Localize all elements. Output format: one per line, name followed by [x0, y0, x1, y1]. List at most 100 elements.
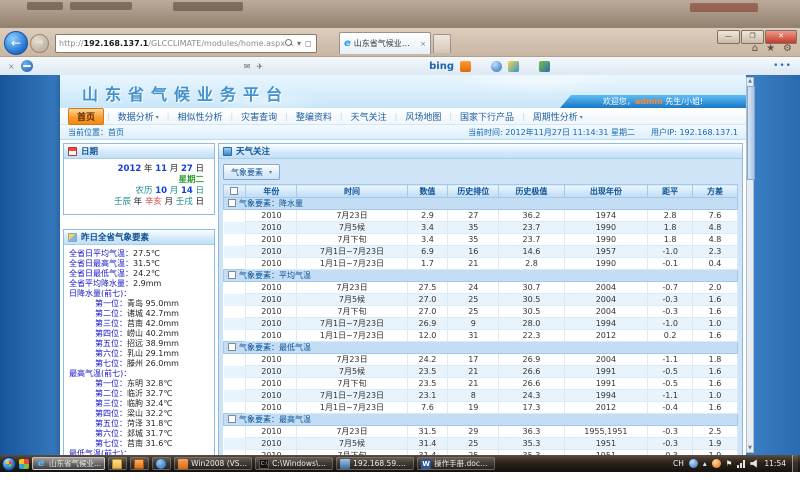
- date-panel-title: 日期: [81, 145, 98, 157]
- group-checkbox[interactable]: [228, 199, 236, 207]
- chevron-down-icon[interactable]: ▾: [297, 39, 301, 48]
- new-tab-button[interactable]: [433, 34, 451, 53]
- compatibility-view-icon[interactable]: ◻: [305, 39, 312, 48]
- rank-value: 31.6℃: [146, 439, 173, 448]
- nav-item-1[interactable]: 首页: [68, 108, 104, 125]
- favorites-star-icon[interactable]: ★: [766, 44, 775, 54]
- table-row: 20107月23日2.92736.219742.87.6: [224, 210, 738, 222]
- network-globe-icon[interactable]: [689, 459, 698, 468]
- rank-line: 第三位：临朐 32.4℃: [69, 399, 211, 409]
- taskbar-item-media[interactable]: [152, 457, 171, 470]
- data-cell: 2010: [246, 222, 297, 234]
- rank-station: 招远: [127, 339, 146, 348]
- nav-item-6[interactable]: 天气关注: [343, 109, 395, 124]
- data-cell: 0.4: [693, 258, 738, 270]
- nav-item-7[interactable]: 风场地图: [397, 109, 449, 124]
- taskbar-item-app[interactable]: [130, 457, 149, 470]
- taskbar-item-cmd[interactable]: C:\C:\Windows\s...: [255, 457, 333, 470]
- row-indent-cell: [224, 234, 246, 246]
- network-signal-icon[interactable]: [737, 460, 745, 468]
- addon-logo-icon[interactable]: [21, 60, 33, 72]
- nav-item-label: 天气关注: [351, 113, 387, 123]
- rank-value: 40.2mm: [146, 329, 179, 338]
- start-button[interactable]: [2, 457, 16, 471]
- nav-item-3[interactable]: 相似性分析: [169, 109, 230, 124]
- toolbar-more-icon[interactable]: •••: [773, 61, 792, 71]
- search-icon[interactable]: [285, 39, 293, 47]
- data-cell: 2010: [246, 246, 297, 258]
- taskbar-item-vs[interactable]: Win2008 (VS2...: [174, 457, 252, 470]
- summary-label: 全省日平均气温：: [69, 249, 133, 258]
- data-cell: 14.6: [499, 246, 564, 258]
- nav-item-2[interactable]: 数据分析▾: [110, 109, 167, 124]
- rank-line: 第四位：崂山 40.2mm: [69, 329, 211, 339]
- scrollbar-thumb[interactable]: [747, 86, 755, 180]
- language-indicator[interactable]: CH: [673, 459, 684, 468]
- taskbar-item-ie[interactable]: e山东省气候业...: [32, 457, 105, 470]
- close-button[interactable]: ✕: [765, 30, 797, 44]
- group-row[interactable]: 气象要素：最高气温: [224, 414, 738, 426]
- taskbar-item-rdp[interactable]: 192.168.59.99...: [336, 457, 414, 470]
- back-button[interactable]: ←: [4, 31, 28, 55]
- maximize-button[interactable]: ❐: [741, 30, 764, 44]
- nav-item-8[interactable]: 国家下行产品: [452, 109, 522, 124]
- data-cell: 1月1日~7月23日: [297, 402, 407, 414]
- volume-icon[interactable]: [750, 459, 759, 468]
- minimize-button[interactable]: —: [717, 30, 740, 44]
- group-checkbox[interactable]: [228, 415, 236, 423]
- nav-item-9[interactable]: 周期性分析▾: [525, 109, 591, 124]
- taskbar-clock[interactable]: 11:54: [764, 459, 786, 468]
- browser-tab[interactable]: e 山东省气候业务平... ×: [339, 32, 431, 54]
- refresh-icon[interactable]: ↻: [316, 39, 317, 48]
- data-cell: 2012: [564, 402, 648, 414]
- group-label: 气象要素：最低气温: [239, 343, 311, 352]
- forward-button[interactable]: →: [30, 34, 49, 53]
- row-indent-cell: [224, 306, 246, 318]
- rank-station: 滕州: [127, 359, 146, 368]
- data-cell: 1.0: [693, 318, 738, 330]
- nav-item-label: 整编资料: [296, 113, 332, 123]
- group-checkbox[interactable]: [228, 271, 236, 279]
- group-row[interactable]: 气象要素：降水量: [224, 198, 738, 210]
- select-all-checkbox[interactable]: [230, 187, 238, 195]
- home-icon[interactable]: ⌂: [752, 44, 758, 54]
- toolbar-close-icon[interactable]: ×: [8, 62, 15, 71]
- send-icon[interactable]: ✈: [256, 62, 263, 71]
- nav-item-5[interactable]: 整编资料: [288, 109, 340, 124]
- tools-gear-icon[interactable]: ⚙: [783, 44, 792, 54]
- addon-icon-3[interactable]: [539, 61, 550, 72]
- climate-statistics-table: 年份时间数值历史排位历史极值出现年份距平方差气象要素：降水量20107月23日2…: [223, 184, 738, 455]
- action-center-flag-icon[interactable]: ⚑: [726, 459, 733, 468]
- column-header: 出现年份: [564, 185, 648, 198]
- rank-station: 莒南: [127, 319, 146, 328]
- taskbar-item-word[interactable]: W操作手册.docx ..: [417, 457, 495, 470]
- nav-item-4[interactable]: 灾害查询: [233, 109, 285, 124]
- browser-command-icons: ⌂ ★ ⚙: [752, 44, 792, 54]
- tab-close-icon[interactable]: ×: [420, 40, 426, 48]
- nav-item-label: 风场地图: [405, 113, 441, 123]
- tab-title: 山东省气候业务平...: [354, 38, 417, 49]
- firefox-tray-icon[interactable]: [712, 459, 721, 468]
- bing-logo[interactable]: bing: [429, 61, 454, 72]
- data-cell: 2.0: [693, 282, 738, 294]
- quick-launch-icon[interactable]: [19, 459, 29, 469]
- data-cell: 21: [448, 258, 499, 270]
- page-scrollbar[interactable]: ▲ ▼: [746, 77, 754, 453]
- show-hidden-icons-icon[interactable]: ▴: [703, 459, 707, 468]
- bing-app-icon[interactable]: [460, 61, 471, 72]
- scroll-up-icon[interactable]: ▲: [747, 78, 753, 85]
- element-filter-button[interactable]: 气象要素 ▾: [223, 164, 280, 180]
- group-label-cell: 气象要素：降水量: [224, 198, 738, 210]
- rank-label: 第六位：: [95, 349, 127, 358]
- mail-icon[interactable]: ✉: [244, 62, 251, 71]
- data-cell: 2010: [246, 210, 297, 222]
- group-row[interactable]: 气象要素：平均气温: [224, 270, 738, 282]
- address-bar[interactable]: http://192.168.137.1/GLCCLIMATE/modules/…: [55, 34, 317, 53]
- group-row[interactable]: 气象要素：最低气温: [224, 342, 738, 354]
- addon-icon-1[interactable]: [491, 61, 502, 72]
- addon-icon-2[interactable]: [508, 61, 519, 72]
- taskbar-item-folder[interactable]: [108, 457, 127, 470]
- group-checkbox[interactable]: [228, 343, 236, 351]
- scroll-down-icon[interactable]: ▼: [747, 445, 753, 452]
- show-desktop-button[interactable]: [792, 455, 798, 472]
